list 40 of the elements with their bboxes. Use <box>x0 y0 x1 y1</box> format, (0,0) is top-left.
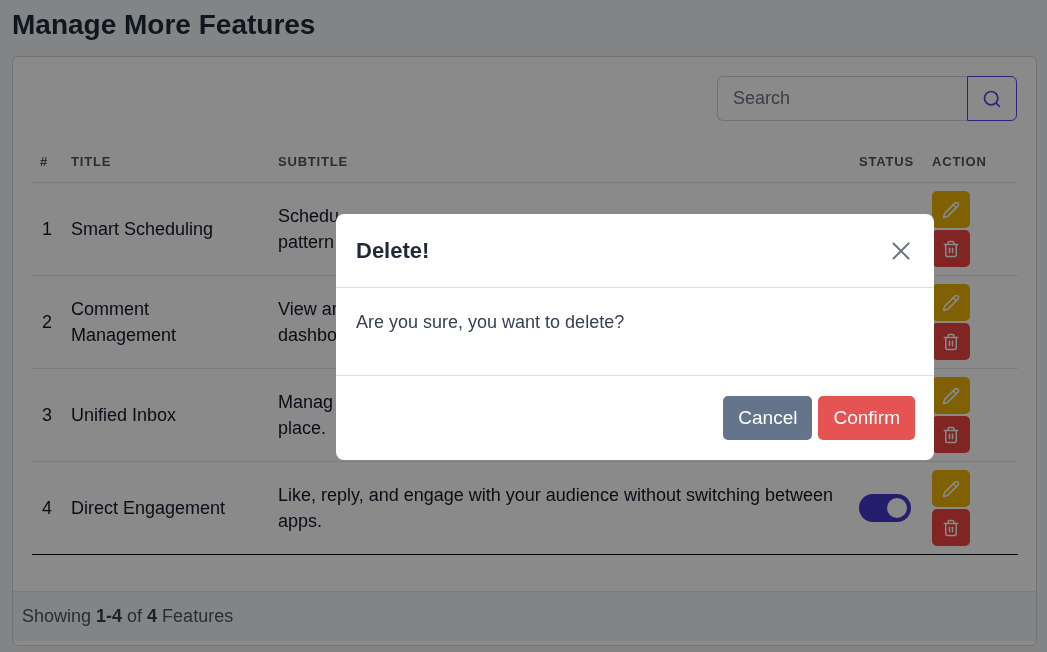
confirm-button[interactable]: Confirm <box>818 396 915 440</box>
feature-subtitle: Manag place. <box>278 391 334 440</box>
feature-title: Direct Engagement <box>71 497 226 520</box>
feature-subtitle: Like, reply, and engage with your audience without switching between apps. <box>278 484 834 533</box>
row-number: 3 <box>41 404 52 427</box>
row-number: 2 <box>41 311 52 334</box>
row-number: 4 <box>41 497 52 520</box>
column-header: ACTION <box>931 153 988 171</box>
delete-button[interactable] <box>932 416 970 453</box>
pencil-icon <box>942 200 960 219</box>
trash-icon <box>942 332 960 351</box>
cancel-button[interactable]: Cancel <box>723 396 813 440</box>
dialog-title: Delete! <box>356 237 430 264</box>
pencil-icon <box>942 479 960 498</box>
search-field[interactable]: Search <box>717 76 967 121</box>
trash-icon <box>942 239 960 258</box>
feature-title: Comment Management <box>71 298 178 347</box>
feature-title: Smart Scheduling <box>71 218 214 241</box>
pencil-icon <box>942 386 960 405</box>
results-summary: Showing 1-4 of 4 Features <box>22 606 234 627</box>
trash-icon <box>942 425 960 444</box>
column-header: # <box>39 153 50 171</box>
page-title: Manage More Features <box>12 8 317 42</box>
delete-button[interactable] <box>932 230 970 267</box>
feature-title: Unified Inbox <box>71 404 177 427</box>
search-button[interactable] <box>967 76 1017 121</box>
column-header: STATUS <box>858 153 915 171</box>
column-header: SUBTITLE <box>277 153 349 171</box>
status-toggle[interactable] <box>859 494 911 522</box>
feature-subtitle: View ar dashbo <box>278 298 338 347</box>
feature-subtitle: Schedu pattern <box>278 205 340 254</box>
trash-icon <box>942 518 960 537</box>
column-header: TITLE <box>70 153 113 171</box>
pencil-icon <box>942 293 960 312</box>
edit-button[interactable] <box>932 284 970 321</box>
edit-button[interactable] <box>932 377 970 414</box>
row-number: 1 <box>41 218 52 241</box>
delete-button[interactable] <box>932 323 970 360</box>
search-icon <box>982 88 1002 109</box>
dialog-message: Are you sure, you want to delete? <box>356 312 625 332</box>
